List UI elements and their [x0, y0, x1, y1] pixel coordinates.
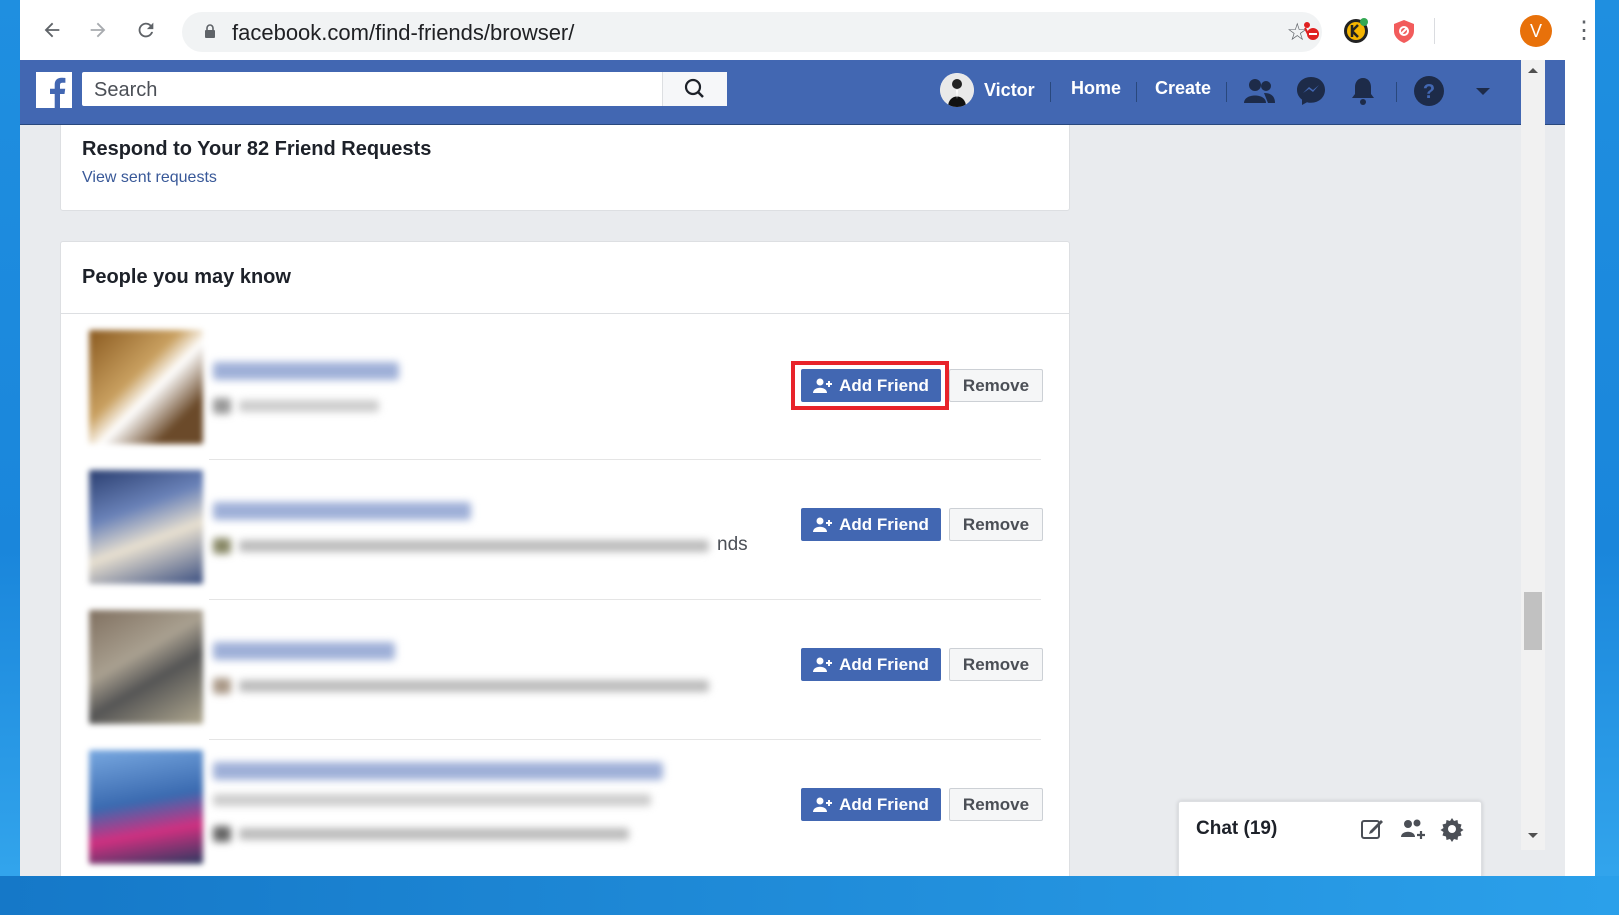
- nav-separator: [1396, 82, 1397, 102]
- user-name: Victor: [984, 79, 1035, 100]
- search-icon: [684, 78, 704, 98]
- person-name-blurred[interactable]: [213, 642, 395, 660]
- back-icon[interactable]: [38, 16, 66, 44]
- help-icon[interactable]: ?: [1412, 74, 1446, 108]
- mutual-friend-avatar: [213, 398, 231, 414]
- people-you-may-know-title: People you may know: [82, 266, 291, 288]
- home-link[interactable]: Home: [1071, 78, 1121, 99]
- mutual-friend-avatar: [213, 678, 231, 694]
- person-name-blurred[interactable]: [213, 362, 399, 380]
- add-person-icon: [813, 797, 833, 812]
- user-avatar: [940, 73, 974, 107]
- more-options-icon[interactable]: ⋮: [1572, 16, 1595, 45]
- person-photo[interactable]: [89, 750, 203, 864]
- extension-icon-1[interactable]: [1296, 17, 1324, 45]
- messenger-icon[interactable]: [1294, 74, 1328, 108]
- search-button[interactable]: [662, 72, 727, 106]
- account-menu-caret-icon[interactable]: [1466, 74, 1500, 108]
- remove-button[interactable]: Remove: [949, 508, 1043, 541]
- url-text: facebook.com/find-friends/browser/: [232, 20, 575, 45]
- add-friend-label: Add Friend: [839, 794, 929, 814]
- person-name-blurred[interactable]: [213, 502, 471, 520]
- mutual-friends-blurred: [239, 400, 379, 412]
- new-message-icon[interactable]: [1359, 816, 1385, 842]
- mutual-friends-text-fragment: nds: [717, 534, 748, 555]
- add-friend-label: Add Friend: [839, 654, 929, 674]
- forward-icon[interactable]: [84, 16, 112, 44]
- remove-button[interactable]: Remove: [949, 648, 1043, 681]
- mutual-friends-blurred: [239, 828, 629, 840]
- person-photo[interactable]: [89, 330, 203, 444]
- mutual-friends-blurred: [239, 540, 709, 552]
- browser-window: facebook.com/find-friends/browser/ ☆ V ⋮: [20, 0, 1595, 876]
- chat-panel[interactable]: Chat (19): [1178, 801, 1482, 876]
- friend-requests-card: Respond to Your 82 Friend Requests View …: [60, 125, 1070, 211]
- person-subtitle-blurred: [213, 794, 651, 806]
- create-group-icon[interactable]: [1399, 816, 1427, 842]
- view-sent-requests-link[interactable]: View sent requests: [82, 169, 217, 187]
- svg-text:?: ?: [1423, 81, 1435, 103]
- lock-icon: [205, 24, 215, 38]
- scroll-up-arrow-icon[interactable]: [1527, 66, 1539, 74]
- person-photo[interactable]: [89, 610, 203, 724]
- person-row: nds Add Friend Remove: [83, 460, 1043, 600]
- scrollbar-thumb[interactable]: [1524, 592, 1542, 650]
- person-row: Add Friend Remove: [83, 600, 1043, 740]
- toolbar-divider: [1434, 18, 1435, 44]
- add-person-icon: [813, 657, 833, 672]
- facebook-header: Victor Home Create ?: [20, 60, 1565, 125]
- scroll-down-arrow-icon[interactable]: [1527, 832, 1539, 840]
- create-link[interactable]: Create: [1155, 78, 1211, 99]
- shield-extension-icon[interactable]: [1390, 17, 1418, 45]
- section-divider: [61, 313, 1069, 314]
- search-input[interactable]: [92, 75, 656, 105]
- reload-icon[interactable]: [132, 16, 160, 44]
- person-name-blurred[interactable]: [213, 762, 663, 780]
- add-friend-button[interactable]: Add Friend: [801, 648, 941, 681]
- settings-gear-icon[interactable]: [1439, 816, 1465, 842]
- friend-requests-title: Respond to Your 82 Friend Requests: [82, 138, 432, 160]
- profile-link[interactable]: Victor: [940, 72, 1035, 108]
- person-photo[interactable]: [89, 470, 203, 584]
- mutual-friend-avatar: [213, 538, 231, 554]
- address-bar[interactable]: facebook.com/find-friends/browser/ ☆: [182, 12, 1322, 52]
- remove-button[interactable]: Remove: [949, 369, 1043, 402]
- browser-toolbar: facebook.com/find-friends/browser/ ☆ V ⋮: [20, 0, 1595, 60]
- vertical-scrollbar[interactable]: [1521, 60, 1545, 850]
- nav-separator: [1226, 82, 1227, 102]
- remove-button[interactable]: Remove: [949, 788, 1043, 821]
- profile-avatar[interactable]: V: [1520, 15, 1552, 47]
- person-row: Add Friend Remove: [83, 740, 1043, 876]
- page-content: Respond to Your 82 Friend Requests View …: [20, 125, 1565, 876]
- friend-requests-icon[interactable]: [1242, 74, 1276, 108]
- add-friend-button[interactable]: Add Friend: [801, 788, 941, 821]
- add-friend-label: Add Friend: [839, 514, 929, 534]
- add-friend-button[interactable]: Add Friend: [801, 508, 941, 541]
- mutual-friends-blurred: [239, 680, 709, 692]
- people-you-may-know-card: People you may know Add Friend Remove nd…: [60, 241, 1070, 876]
- add-person-icon: [813, 517, 833, 532]
- desktop-taskbar: [0, 876, 1619, 915]
- nav-separator: [1050, 82, 1051, 102]
- chat-label: Chat (19): [1196, 818, 1278, 839]
- nav-separator: [1136, 82, 1137, 102]
- notifications-bell-icon[interactable]: [1346, 74, 1380, 108]
- extension-icon-2[interactable]: [1342, 17, 1370, 45]
- facebook-search-box: [82, 72, 727, 106]
- add-friend-highlight-box: [791, 361, 949, 410]
- facebook-logo-icon[interactable]: [36, 72, 72, 108]
- mutual-friend-avatar: [213, 826, 231, 842]
